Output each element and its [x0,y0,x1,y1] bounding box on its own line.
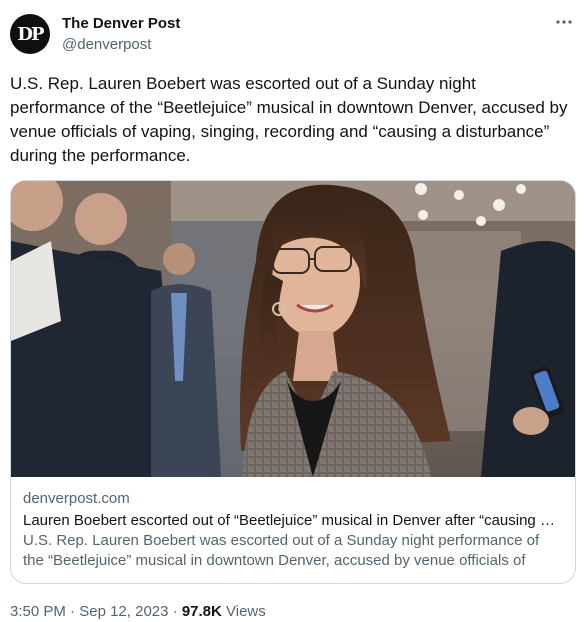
tweet-time[interactable]: 3:50 PM [10,603,66,620]
tweet-header: DP The Denver Post @denverpost [10,12,574,56]
article-photo [11,181,575,477]
card-domain[interactable]: denverpost.com [23,489,563,509]
tweet: DP The Denver Post @denverpost U.S. Rep.… [0,0,584,622]
views-label: Views [226,603,266,620]
card-title[interactable]: Lauren Boebert escorted out of “Beetleju… [23,511,563,531]
separator: · [70,603,76,620]
avatar[interactable]: DP [10,14,50,54]
display-name[interactable]: The Denver Post [62,14,180,34]
card-image[interactable] [11,181,575,477]
separator: · [172,603,178,620]
author-names: The Denver Post @denverpost [62,14,180,55]
more-horizontal-icon [556,20,572,24]
card-meta: denverpost.com Lauren Boebert escorted o… [23,489,563,571]
handle[interactable]: @denverpost [62,35,180,55]
tweet-date[interactable]: Sep 12, 2023 [79,603,168,620]
tweet-text: U.S. Rep. Lauren Boebert was escorted ou… [10,74,568,165]
tweet-footer: 3:50 PM · Sep 12, 2023 · 97.8K Views [10,602,266,622]
link-card[interactable]: denverpost.com Lauren Boebert escorted o… [10,180,576,584]
card-description: U.S. Rep. Lauren Boebert was escorted ou… [23,532,540,569]
views-count: 97.8K [181,603,222,620]
more-options-button[interactable] [554,12,574,32]
